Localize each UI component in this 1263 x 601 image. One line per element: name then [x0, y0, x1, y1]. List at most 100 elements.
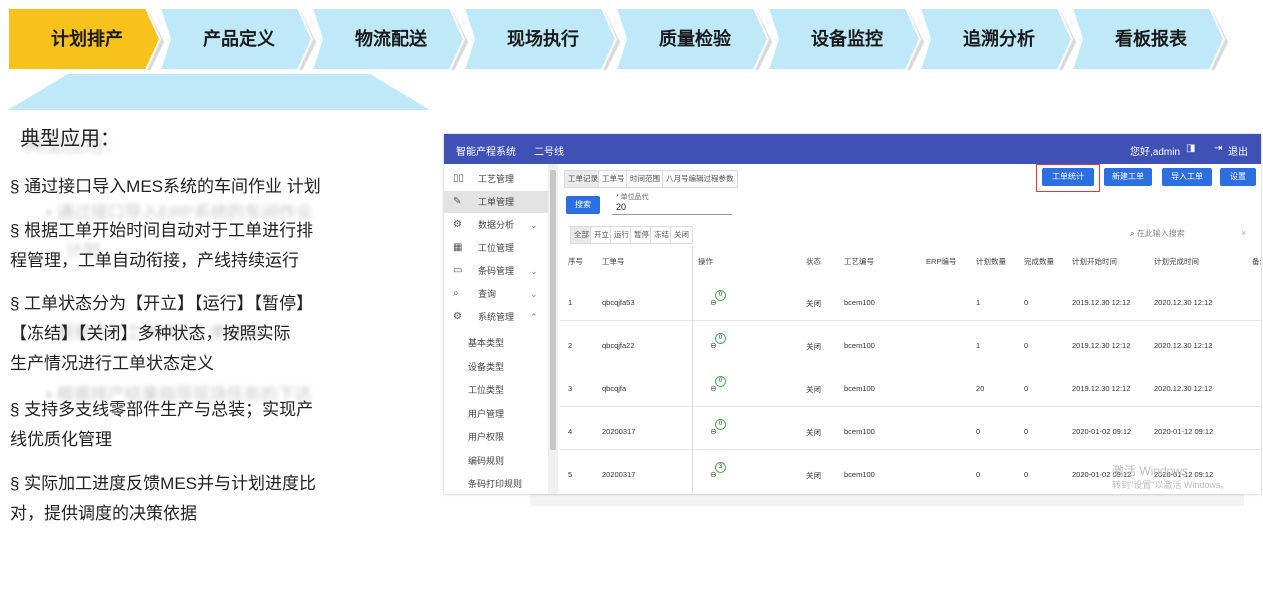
- column-header[interactable]: 状态: [806, 256, 821, 267]
- sidebar-item-6[interactable]: ⌕ 查询 ⌄: [444, 283, 548, 305]
- operation-badge: 0: [715, 333, 726, 344]
- unit-field[interactable]: * 单位品代 20: [612, 192, 732, 215]
- sidebar-subitem-1[interactable]: 基本类型: [468, 336, 504, 349]
- bullet-line: § 工单状态分为【开立】【运行】【暂停】: [10, 294, 314, 313]
- sidebar-item-5[interactable]: ▭ 条码管理 ⌄: [444, 260, 548, 282]
- column-header[interactable]: 计划数量: [976, 256, 1006, 267]
- nav-step-label: 产品定义: [203, 29, 275, 49]
- column-header[interactable]: 完成数量: [1024, 256, 1054, 267]
- row-divider: [560, 320, 1261, 321]
- sidebar-subitem-6[interactable]: 编码规则: [468, 454, 504, 467]
- column-header[interactable]: 计划开始时间: [1072, 256, 1117, 267]
- table-cell-end: 2020-01-12 09:12: [1154, 427, 1214, 436]
- sidebar: ▯▯ 工艺管理 ✎ 工单管理 ⚙ 数据分析 ⌄ ▦ 工位管理 ▭ 条码管理 ⌄ ⌕ 查询 ⌄ ⚙ 系统管理 ⌃ 基本…: [444, 164, 548, 494]
- column-header[interactable]: 计划完成时间: [1154, 256, 1199, 267]
- order-table: 序号 工单号 操作 状态 工艺编号 ERP编号 计划数量 完成数量 计划开始时间 计划完成时间 备注…: [560, 246, 1261, 494]
- nav-step-5[interactable]: 质量检验: [616, 8, 774, 70]
- table-cell-proc: bcem100: [844, 470, 875, 479]
- nav-step-label: 设备监控: [811, 29, 883, 49]
- nav-step-4[interactable]: 现场执行: [464, 8, 622, 70]
- tab-order-record[interactable]: 工单记录: [564, 170, 602, 188]
- windows-watermark-sub: 转到"设置"以激活 Windows。: [1112, 480, 1230, 490]
- sidebar-subitem-5[interactable]: 用户权限: [468, 430, 504, 443]
- table-cell-order: qbcqjfa53: [602, 298, 635, 307]
- tab-time-range[interactable]: 时间范围: [626, 170, 664, 188]
- menu-icon: ✎: [453, 196, 462, 207]
- menu-icon: ⌕: [453, 288, 459, 299]
- table-cell-done: 0: [1024, 341, 1029, 350]
- sidebar-scroll-thumb[interactable]: [550, 170, 556, 450]
- column-header[interactable]: ERP编号: [926, 256, 956, 267]
- nav-step-7[interactable]: 追溯分析: [920, 8, 1078, 70]
- column-header[interactable]: 备注: [1252, 256, 1261, 267]
- table-row[interactable]: 2 qbcqjfa22 ⊖ 0 关闭 bcem100 1 0 2019.12.30 12:12 2…: [560, 333, 1261, 384]
- nav-step-3[interactable]: 物流配送: [312, 8, 470, 70]
- sidebar-subitem-2[interactable]: 设备类型: [468, 360, 504, 373]
- app-title: 智能产程系统: [456, 147, 516, 158]
- page-title: 典型应用：: [20, 128, 120, 150]
- table-cell-no: 2: [568, 341, 573, 350]
- sidebar-item-3[interactable]: ⚙ 数据分析 ⌄: [444, 214, 548, 236]
- nav-step-8[interactable]: 看板报表: [1072, 8, 1230, 70]
- close-icon[interactable]: ×: [1241, 228, 1246, 238]
- sidebar-item-7[interactable]: ⚙ 系统管理 ⌃: [444, 306, 548, 328]
- filter-closed[interactable]: 关闭: [670, 226, 693, 244]
- sidebar-subitem-3[interactable]: 工位类型: [468, 383, 504, 396]
- table-cell-plan: 1: [976, 298, 981, 307]
- table-cell-no: 3: [568, 384, 573, 393]
- table-search-input[interactable]: 在此输入搜索: [1137, 229, 1185, 238]
- sidebar-item-2[interactable]: ✎ 工单管理: [444, 191, 548, 213]
- nav-step-6[interactable]: 设备监控: [768, 8, 926, 70]
- app-topbar: 智能产程系统 二号线 您好,admin ◨ ⇥ 退出: [444, 134, 1261, 164]
- sidebar-item-label: 系统管理: [478, 312, 515, 322]
- bullet-line: 程管理，工单自动衔接，产线持续运行: [10, 251, 299, 270]
- sidebar-item-1[interactable]: ▯▯ 工艺管理: [444, 168, 548, 190]
- table-cell-end: 2020.12.30 12:12: [1154, 298, 1213, 307]
- nav-step-label: 现场执行: [507, 29, 579, 49]
- column-header[interactable]: 工艺编号: [844, 256, 874, 267]
- table-cell-plan: 0: [976, 427, 981, 436]
- chevron-icon: ⌄: [530, 266, 538, 276]
- line-name: 二号线: [534, 147, 564, 158]
- column-header[interactable]: 操作: [698, 256, 713, 267]
- table-cell-proc: bcem100: [844, 427, 875, 436]
- table-cell-order: qbcqjfa: [602, 384, 627, 393]
- table-cell-end: 2020.12.30 12:12: [1154, 341, 1213, 350]
- column-header[interactable]: 工单号: [602, 256, 625, 267]
- fullscreen-icon[interactable]: ◨: [1186, 143, 1195, 154]
- table-cell-plan: 1: [976, 341, 981, 350]
- search-button[interactable]: 搜索: [566, 196, 600, 214]
- nav-step-2[interactable]: 产品定义: [160, 8, 318, 70]
- import-order-button[interactable]: 导入工单: [1162, 168, 1212, 186]
- tab-process-params[interactable]: 八月号编辑过程参数: [662, 170, 738, 188]
- chevron-icon: ⌄: [530, 289, 538, 299]
- table-cell-plan: 0: [976, 470, 981, 479]
- logout-icon[interactable]: ⇥: [1214, 143, 1222, 154]
- new-order-button[interactable]: 新建工单: [1104, 168, 1152, 186]
- menu-icon: ⚙: [453, 219, 462, 230]
- sidebar-item-label: 工单管理: [478, 197, 515, 207]
- nav-step-1[interactable]: 计划排产: [8, 8, 166, 70]
- app-reflection: [530, 494, 1244, 506]
- table-cell-status: 关闭: [806, 299, 821, 308]
- highlight-box: [1036, 164, 1100, 192]
- sidebar-subitem-4[interactable]: 用户管理: [468, 407, 504, 420]
- operation-badge: 0: [715, 419, 726, 430]
- table-cell-done: 0: [1024, 384, 1029, 393]
- table-cell-plan: 20: [976, 384, 985, 393]
- chevron-icon: ⌄: [530, 220, 538, 230]
- bullet-1: § 通过接口导入MES系统的车间作业 计划: [10, 172, 321, 202]
- bullet-3: § 工单状态分为【开立】【运行】【暂停】 【冻结】【关闭】多种状态，按照实际 生…: [10, 289, 313, 379]
- unit-field-label: * 单位品代: [616, 194, 649, 201]
- tab-order-number[interactable]: 工单号: [598, 170, 629, 188]
- operation-badge: 3: [715, 462, 726, 473]
- table-search[interactable]: ⌕ 在此输入搜索: [1130, 228, 1185, 239]
- bullet-line: 生产情况进行工单状态定义: [10, 354, 214, 373]
- sidebar-item-4[interactable]: ▦ 工位管理: [444, 237, 548, 259]
- table-cell-proc: bcem100: [844, 341, 875, 350]
- logout-link[interactable]: 退出: [1228, 143, 1248, 158]
- table-cell-status: 关闭: [806, 342, 821, 351]
- column-header[interactable]: 序号: [568, 256, 583, 267]
- settings-button[interactable]: 设置: [1220, 168, 1256, 186]
- sidebar-subitem-7[interactable]: 条码打印规则: [468, 477, 522, 490]
